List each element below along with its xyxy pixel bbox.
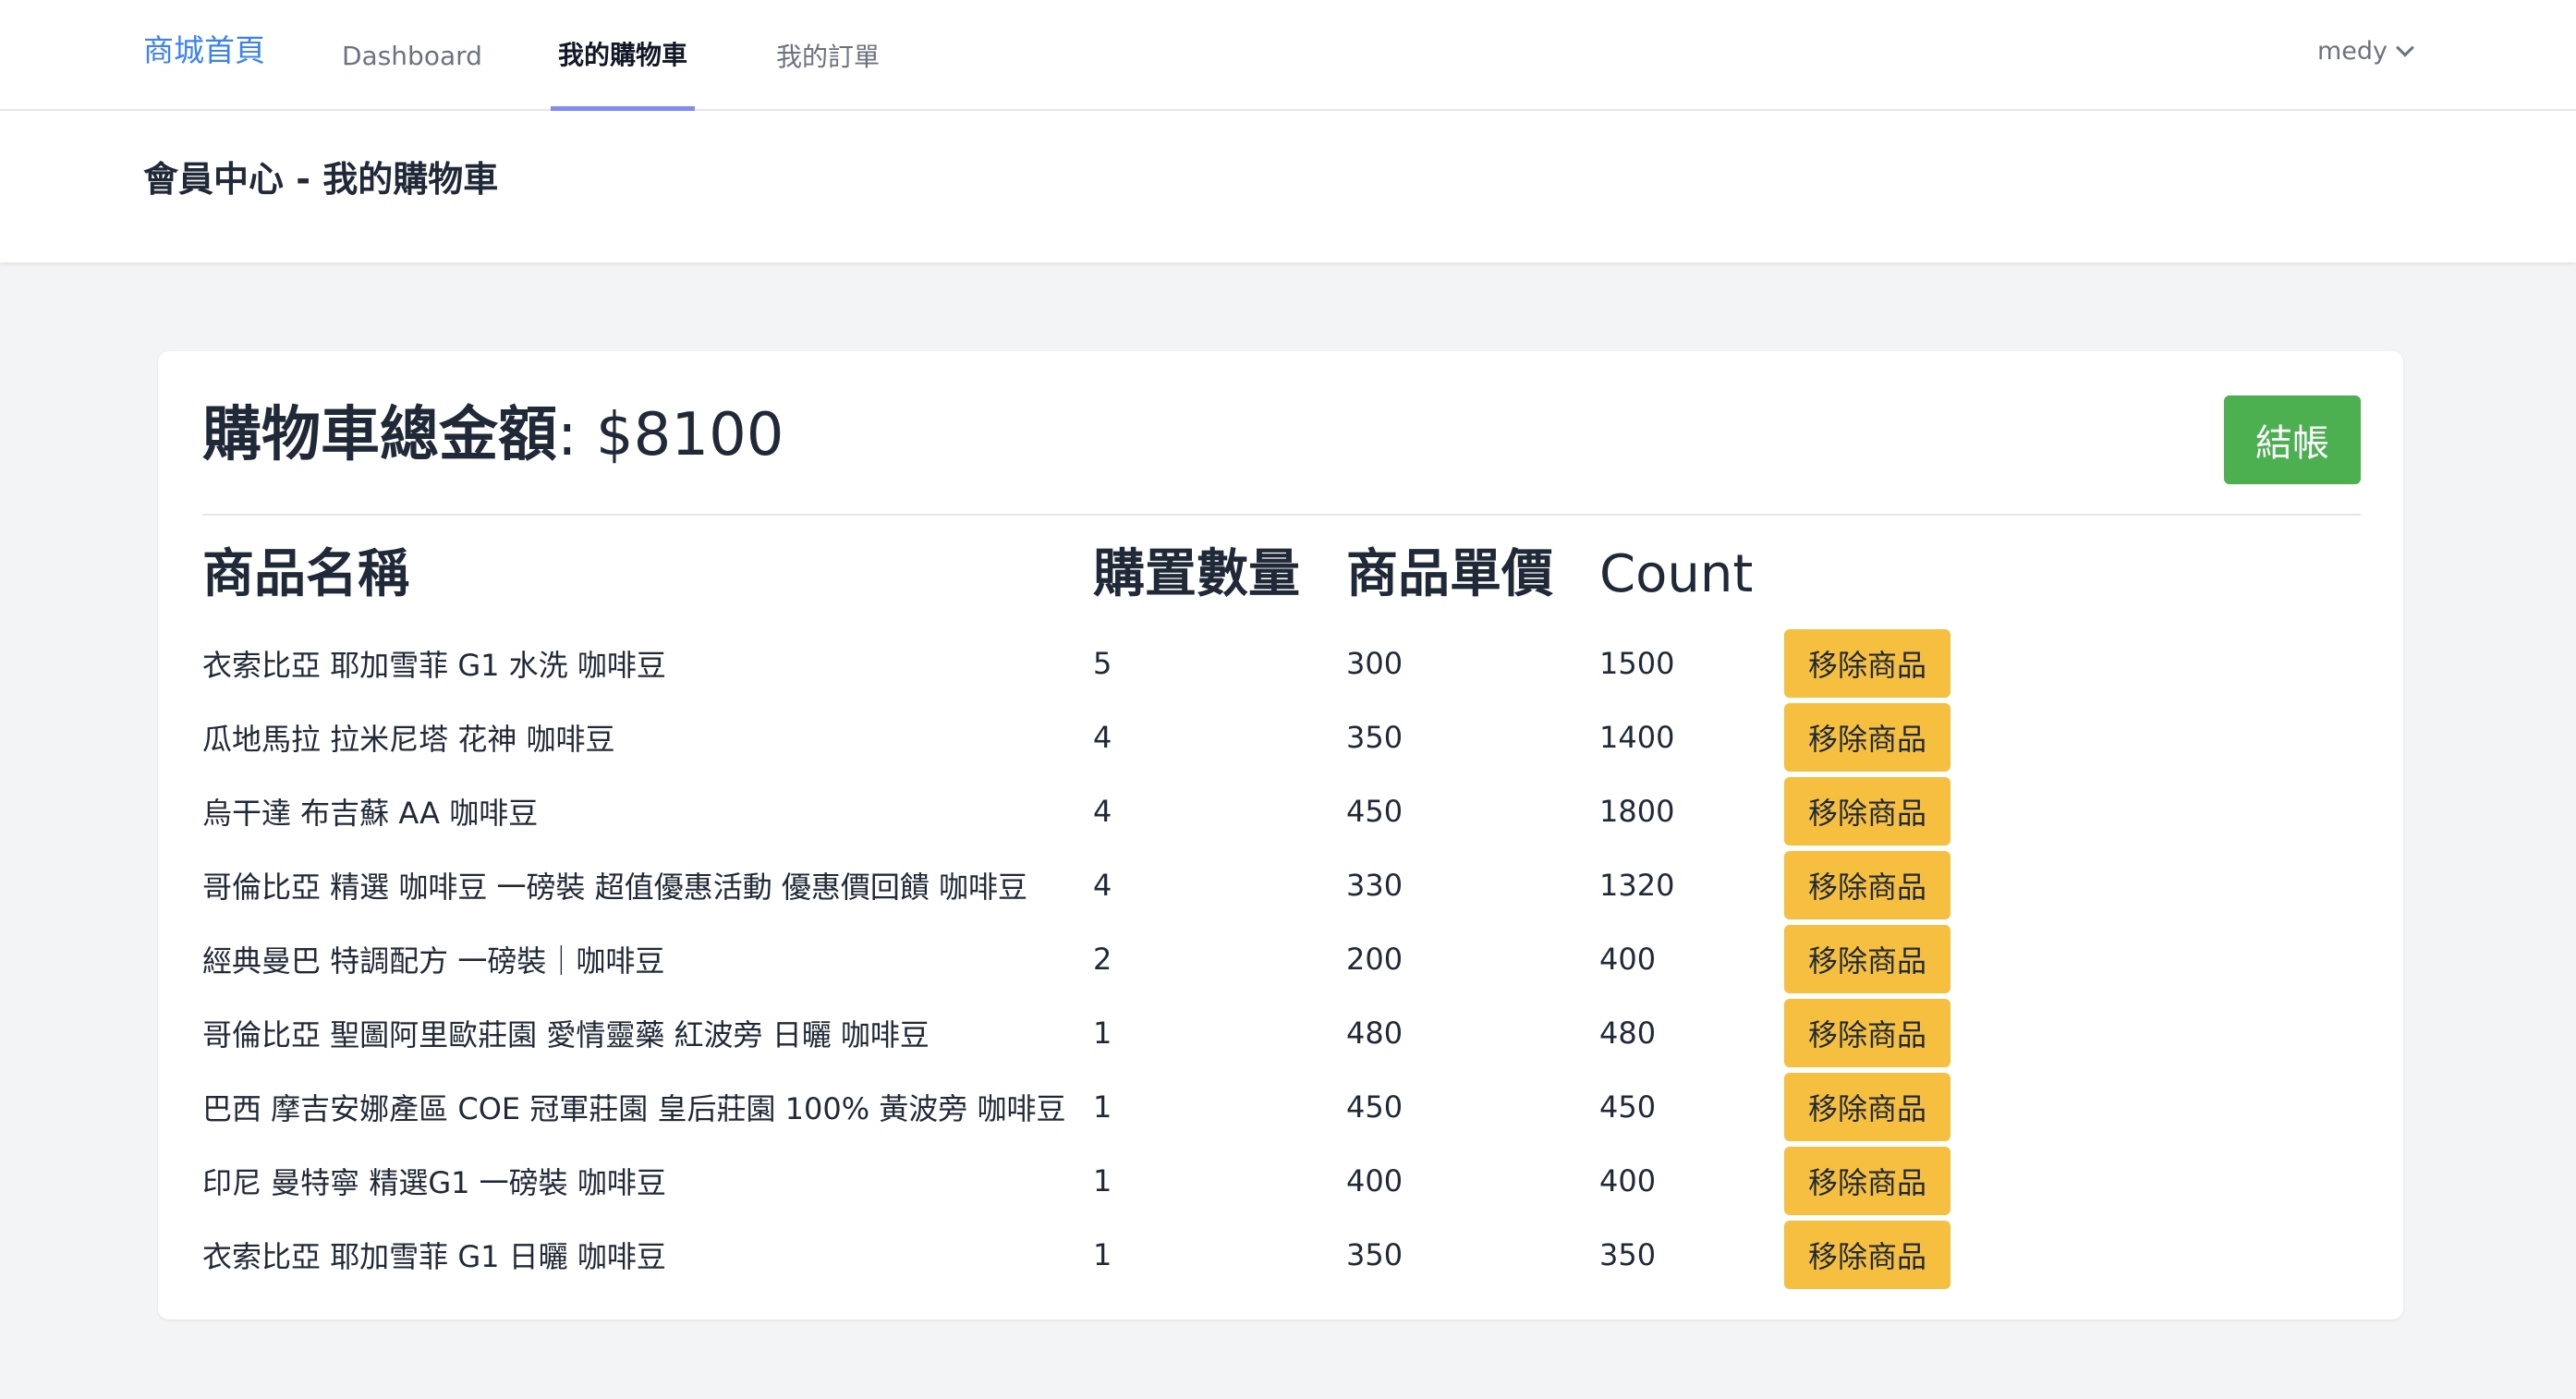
page-header: 會員中心 - 我的購物車 [0,111,2576,262]
item-price: 330 [1346,868,1403,903]
item-name: 巴西 摩吉安娜產區 COE 冠軍莊園 皇后莊園 100% 黃波旁 咖啡豆 [202,1091,1066,1126]
remove-item-button[interactable]: 移除商品 [1784,1147,1950,1215]
item-qty: 1 [1093,1163,1112,1198]
table-row: 巴西 摩吉安娜產區 COE 冠軍莊園 皇后莊園 100% 黃波旁 咖啡豆 1 4… [202,1070,1969,1144]
item-name: 衣索比亞 耶加雪菲 G1 日曬 咖啡豆 [202,1239,666,1274]
table-row: 哥倫比亞 精選 咖啡豆 一磅裝 超值優惠活動 優惠價回饋 咖啡豆 4 330 1… [202,848,1969,922]
item-qty: 5 [1093,646,1112,681]
cart-total: 購物車總金額: $8100 [202,394,784,477]
remove-item-button[interactable]: 移除商品 [1784,851,1950,919]
item-count: 1320 [1599,868,1675,903]
item-qty: 2 [1093,942,1112,977]
item-name: 印尼 曼特寧 精選G1 一磅裝 咖啡豆 [202,1165,666,1200]
table-row: 衣索比亞 耶加雪菲 G1 日曬 咖啡豆 1 350 350 移除商品 [202,1218,1969,1292]
remove-item-button[interactable]: 移除商品 [1784,1221,1950,1289]
item-action: 移除商品 [1784,774,1969,848]
item-price: 450 [1346,794,1403,829]
item-name: 經典曼巴 特調配方 一磅裝｜咖啡豆 [202,943,665,979]
item-count: 1400 [1599,720,1675,755]
item-action: 移除商品 [1784,1218,1969,1292]
checkout-button[interactable]: 結帳 [2224,395,2361,484]
remove-item-button[interactable]: 移除商品 [1784,703,1950,772]
nav-brand-home-link[interactable]: 商城首頁 [143,28,265,74]
item-action: 移除商品 [1784,1144,1969,1218]
item-name: 衣索比亞 耶加雪菲 G1 水洗 咖啡豆 [202,648,666,683]
item-price: 200 [1346,942,1403,977]
item-count: 450 [1599,1089,1657,1125]
item-action: 移除商品 [1784,627,1969,700]
item-qty: 4 [1093,720,1112,755]
item-price: 300 [1346,646,1403,681]
table-row: 印尼 曼特寧 精選G1 一磅裝 咖啡豆 1 400 400 移除商品 [202,1144,1969,1218]
cart-total-label: 購物車總金額 [202,401,557,469]
nav-link-my-orders[interactable]: 我的訂單 [776,0,880,111]
item-price: 450 [1346,1089,1403,1125]
item-count: 1500 [1599,646,1675,681]
table-row: 哥倫比亞 聖圖阿里歐莊園 愛情靈藥 紅波旁 日曬 咖啡豆 1 480 480 移… [202,996,1969,1070]
item-count: 350 [1599,1237,1657,1272]
nav-link-my-cart[interactable]: 我的購物車 [551,0,696,111]
item-qty: 1 [1093,1016,1112,1051]
item-qty: 1 [1093,1089,1112,1125]
user-name: medy [2317,37,2388,66]
item-action: 移除商品 [1784,922,1969,996]
item-action: 移除商品 [1784,848,1969,922]
item-count: 480 [1599,1016,1657,1051]
item-qty: 1 [1093,1237,1112,1272]
cart-card: 購物車總金額: $8100 結帳 商品名稱 購置數量 商品單價 Count 衣索… [158,351,2403,1320]
item-name: 烏干達 布吉蘇 AA 咖啡豆 [202,796,539,831]
column-header-count: Count [1599,544,1754,604]
item-action: 移除商品 [1784,1070,1969,1144]
table-row: 烏干達 布吉蘇 AA 咖啡豆 4 450 1800 移除商品 [202,774,1969,848]
user-menu-dropdown[interactable]: medy [2317,32,2414,71]
item-name: 哥倫比亞 精選 咖啡豆 一磅裝 超值優惠活動 優惠價回饋 咖啡豆 [202,870,1028,905]
column-header-price: 商品單價 [1346,544,1553,604]
column-header-qty: 購置數量 [1093,544,1300,604]
item-price: 400 [1346,1163,1403,1198]
item-name: 瓜地馬拉 拉米尼塔 花神 咖啡豆 [202,722,615,757]
remove-item-button[interactable]: 移除商品 [1784,925,1950,993]
table-row: 衣索比亞 耶加雪菲 G1 水洗 咖啡豆 5 300 1500 移除商品 [202,627,1969,700]
column-header-action [1784,523,1969,627]
page-title: 會員中心 - 我的購物車 [143,159,499,200]
item-action: 移除商品 [1784,996,1969,1070]
item-price: 350 [1346,1237,1403,1272]
remove-item-button[interactable]: 移除商品 [1784,1073,1950,1141]
item-name: 哥倫比亞 聖圖阿里歐莊園 愛情靈藥 紅波旁 日曬 咖啡豆 [202,1017,930,1052]
top-navigation: 商城首頁 Dashboard 我的購物車 我的訂單 medy [0,0,2576,111]
item-qty: 4 [1093,794,1112,829]
item-qty: 4 [1093,868,1112,903]
item-price: 480 [1346,1016,1403,1051]
column-header-name: 商品名稱 [202,544,409,604]
cart-total-value: : $8100 [557,401,784,469]
item-count: 1800 [1599,794,1675,829]
table-header-row: 商品名稱 購置數量 商品單價 Count [202,523,1969,627]
table-row: 經典曼巴 特調配方 一磅裝｜咖啡豆 2 200 400 移除商品 [202,922,1969,996]
divider [202,514,2361,516]
item-count: 400 [1599,942,1657,977]
table-row: 瓜地馬拉 拉米尼塔 花神 咖啡豆 4 350 1400 移除商品 [202,700,1969,774]
item-count: 400 [1599,1163,1657,1198]
nav-link-dashboard[interactable]: Dashboard [342,0,482,111]
chevron-down-icon [2396,38,2414,57]
remove-item-button[interactable]: 移除商品 [1784,777,1950,845]
remove-item-button[interactable]: 移除商品 [1784,629,1950,698]
item-price: 350 [1346,720,1403,755]
cart-table: 商品名稱 購置數量 商品單價 Count 衣索比亞 耶加雪菲 G1 水洗 咖啡豆… [202,523,1969,1292]
item-action: 移除商品 [1784,700,1969,774]
remove-item-button[interactable]: 移除商品 [1784,999,1950,1067]
